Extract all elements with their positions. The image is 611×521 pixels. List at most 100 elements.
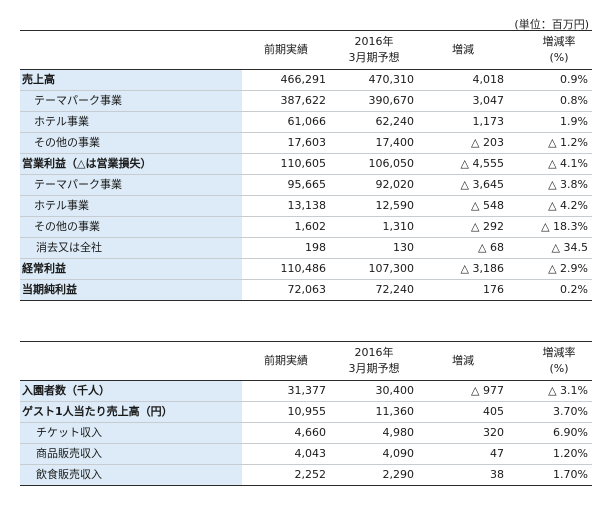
table-row: 営業利益（△は営業損失） 110,605 106,050 △ 4,555 △ 4.1% — [20, 153, 592, 175]
header-forecast: 2016年 3月期予想 — [330, 30, 418, 70]
table-header-row: 前期実績 2016年 3月期予想 増減 増減率 (%) — [20, 341, 592, 381]
change-value: 1,173 — [418, 111, 508, 133]
forecast-value: 62,240 — [330, 111, 418, 133]
header-forecast-period: 3月期予想 — [348, 362, 400, 375]
financial-forecast-table: 前期実績 2016年 3月期予想 増減 増減率 (%) 売上高 466,291 47… — [20, 30, 592, 301]
row-label: 飲食販売収入 — [20, 464, 242, 486]
financial-table-body: 売上高 466,291 470,310 4,018 0.9% テーマパーク事業 387,62… — [20, 69, 592, 301]
change-value: 405 — [418, 401, 508, 423]
change-value: △ 3,186 — [418, 258, 508, 280]
rate-value: △ 34.5 — [508, 237, 592, 259]
table-row: テーマパーク事業 95,665 92,020 △ 3,645 △ 3.8% — [20, 174, 592, 196]
header-forecast-period: 3月期予想 — [348, 51, 400, 64]
change-value: 38 — [418, 464, 508, 486]
header-change: 増減 — [418, 30, 508, 70]
table-row: 入園者数（千人） 31,377 30,400 △ 977 △ 3.1% — [20, 380, 592, 402]
row-label: 経常利益 — [20, 258, 242, 280]
rate-value: △ 4.2% — [508, 195, 592, 217]
header-forecast: 2016年 3月期予想 — [330, 341, 418, 381]
forecast-value: 4,090 — [330, 443, 418, 465]
forecast-value: 17,400 — [330, 132, 418, 154]
rate-value: 0.2% — [508, 279, 592, 301]
rate-value: 1.20% — [508, 443, 592, 465]
prev-value: 110,605 — [242, 153, 330, 175]
row-label: 商品販売収入 — [20, 443, 242, 465]
rate-value: △ 4.1% — [508, 153, 592, 175]
forecast-value: 106,050 — [330, 153, 418, 175]
header-rate: 増減率 (%) — [508, 30, 592, 70]
attendance-table: 前期実績 2016年 3月期予想 増減 増減率 (%) 入園者数（千人） 31,3… — [20, 341, 592, 486]
prev-value: 17,603 — [242, 132, 330, 154]
table-header-row: 前期実績 2016年 3月期予想 増減 増減率 (%) — [20, 30, 592, 70]
change-value: 320 — [418, 422, 508, 444]
forecast-value: 390,670 — [330, 90, 418, 112]
change-value: △ 203 — [418, 132, 508, 154]
rate-value: △ 18.3% — [508, 216, 592, 238]
row-label: 営業利益（△は営業損失） — [20, 153, 242, 175]
change-value: 176 — [418, 279, 508, 301]
forecast-value: 11,360 — [330, 401, 418, 423]
table-row: 当期純利益 72,063 72,240 176 0.2% — [20, 279, 592, 301]
forecast-value: 12,590 — [330, 195, 418, 217]
row-label: 売上高 — [20, 69, 242, 91]
row-label: その他の事業 — [20, 216, 242, 238]
table-row: ゲスト1人当たり売上高（円） 10,955 11,360 405 3.70% — [20, 401, 592, 423]
row-label: ホテル事業 — [20, 111, 242, 133]
header-rate-title: 増減率 — [542, 35, 576, 48]
row-label: チケット収入 — [20, 422, 242, 444]
prev-value: 2,252 — [242, 464, 330, 486]
prev-value: 95,665 — [242, 174, 330, 196]
header-prev: 前期実績 — [242, 30, 330, 70]
forecast-value: 107,300 — [330, 258, 418, 280]
change-value: △ 977 — [418, 380, 508, 402]
change-value: △ 548 — [418, 195, 508, 217]
forecast-value: 30,400 — [330, 380, 418, 402]
header-rate-title: 増減率 — [542, 346, 576, 359]
change-value: 47 — [418, 443, 508, 465]
table-row: 消去又は全社 198 130 △ 68 △ 34.5 — [20, 237, 592, 259]
row-label: テーマパーク事業 — [20, 90, 242, 112]
forecast-value: 92,020 — [330, 174, 418, 196]
change-value: △ 4,555 — [418, 153, 508, 175]
row-label: その他の事業 — [20, 132, 242, 154]
table-row: 経常利益 110,486 107,300 △ 3,186 △ 2.9% — [20, 258, 592, 280]
header-prev: 前期実績 — [242, 341, 330, 381]
change-value: △ 292 — [418, 216, 508, 238]
change-value: △ 68 — [418, 237, 508, 259]
change-value: 4,018 — [418, 69, 508, 91]
table-row: ホテル事業 61,066 62,240 1,173 1.9% — [20, 111, 592, 133]
row-label: 消去又は全社 — [20, 237, 242, 259]
prev-value: 13,138 — [242, 195, 330, 217]
forecast-value: 4,980 — [330, 422, 418, 444]
row-label: テーマパーク事業 — [20, 174, 242, 196]
rate-value: 6.90% — [508, 422, 592, 444]
table-row: 売上高 466,291 470,310 4,018 0.9% — [20, 69, 592, 91]
prev-value: 4,660 — [242, 422, 330, 444]
rate-value: 0.8% — [508, 90, 592, 112]
rate-value: 0.9% — [508, 69, 592, 91]
attendance-table-body: 入園者数（千人） 31,377 30,400 △ 977 △ 3.1% ゲスト1人当たり売… — [20, 380, 592, 486]
forecast-value: 72,240 — [330, 279, 418, 301]
forecast-value: 2,290 — [330, 464, 418, 486]
row-label: 当期純利益 — [20, 279, 242, 301]
header-forecast-year: 2016年 — [354, 35, 394, 48]
row-label: 入園者数（千人） — [20, 380, 242, 402]
table-row: 飲食販売収入 2,252 2,290 38 1.70% — [20, 464, 592, 486]
header-change: 増減 — [418, 341, 508, 381]
header-forecast-year: 2016年 — [354, 346, 394, 359]
row-label: ゲスト1人当たり売上高（円） — [20, 401, 242, 423]
prev-value: 31,377 — [242, 380, 330, 402]
prev-value: 466,291 — [242, 69, 330, 91]
prev-value: 387,622 — [242, 90, 330, 112]
table-row: その他の事業 1,602 1,310 △ 292 △ 18.3% — [20, 216, 592, 238]
prev-value: 72,063 — [242, 279, 330, 301]
prev-value: 110,486 — [242, 258, 330, 280]
header-rate: 増減率 (%) — [508, 341, 592, 381]
rate-value: △ 3.1% — [508, 380, 592, 402]
table-row: テーマパーク事業 387,622 390,670 3,047 0.8% — [20, 90, 592, 112]
forecast-value: 1,310 — [330, 216, 418, 238]
rate-value: △ 1.2% — [508, 132, 592, 154]
forecast-value: 470,310 — [330, 69, 418, 91]
change-value: 3,047 — [418, 90, 508, 112]
header-rate-unit: (%) — [549, 51, 569, 64]
